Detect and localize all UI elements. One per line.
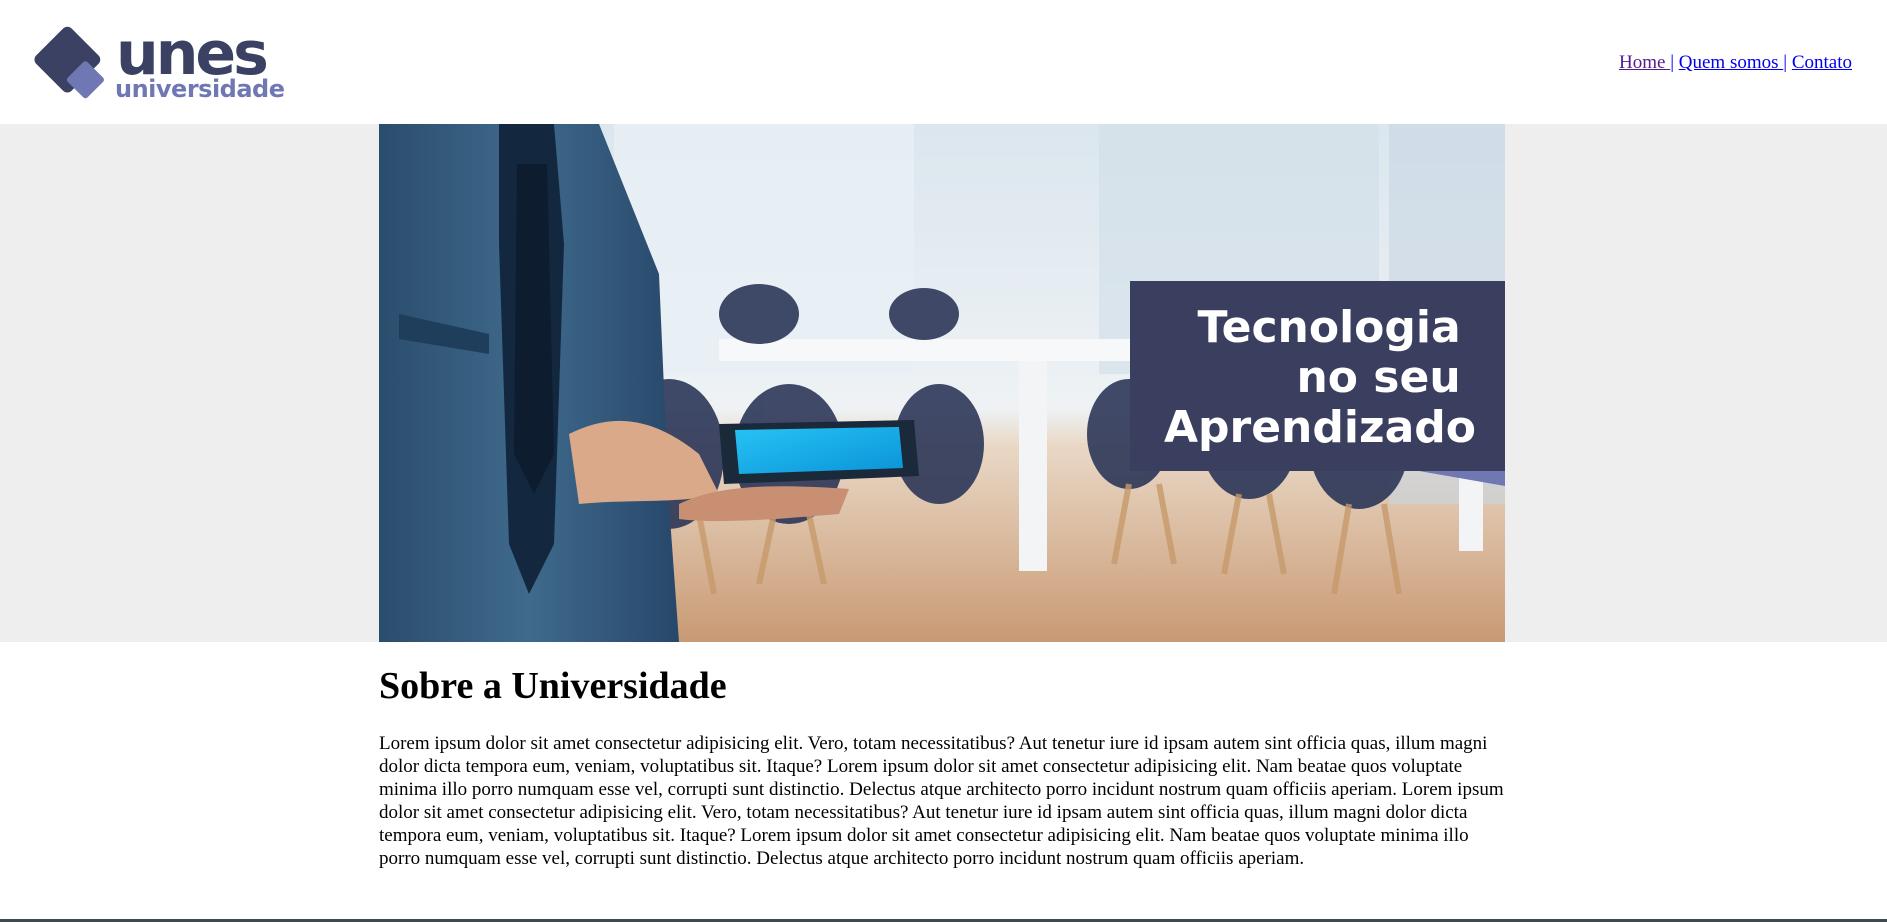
hero-banner-image: Tecnologia no seu Aprendizado bbox=[379, 124, 1505, 642]
main-nav: Home | Quem somos | Contato bbox=[1619, 52, 1852, 74]
nav-separator: | bbox=[1670, 52, 1675, 73]
about-section: Sobre a Universidade Lorem ipsum dolor s… bbox=[379, 664, 1505, 870]
about-paragraph: Lorem ipsum dolor sit amet consectetur a… bbox=[379, 732, 1504, 869]
site-header: unes universidade Home | Quem somos | Co… bbox=[0, 0, 1887, 124]
logo-sub: universidade bbox=[115, 75, 285, 102]
hero-headline-line-3: Aprendizado bbox=[1164, 402, 1476, 453]
nav-home-link[interactable]: Home bbox=[1619, 52, 1670, 73]
nav-contato-link[interactable]: Contato bbox=[1792, 52, 1852, 73]
unes-logo[interactable]: unes universidade bbox=[30, 26, 300, 102]
hero-section: Tecnologia no seu Aprendizado bbox=[0, 124, 1887, 642]
hero-headline-line-2: no seu bbox=[1296, 352, 1460, 403]
nav-separator: | bbox=[1783, 52, 1788, 73]
tablet-illustration bbox=[719, 420, 919, 484]
nav-quem-somos-link[interactable]: Quem somos bbox=[1679, 52, 1784, 73]
about-title: Sobre a Universidade bbox=[379, 665, 727, 707]
hero-headline-line-1: Tecnologia bbox=[1197, 302, 1460, 353]
